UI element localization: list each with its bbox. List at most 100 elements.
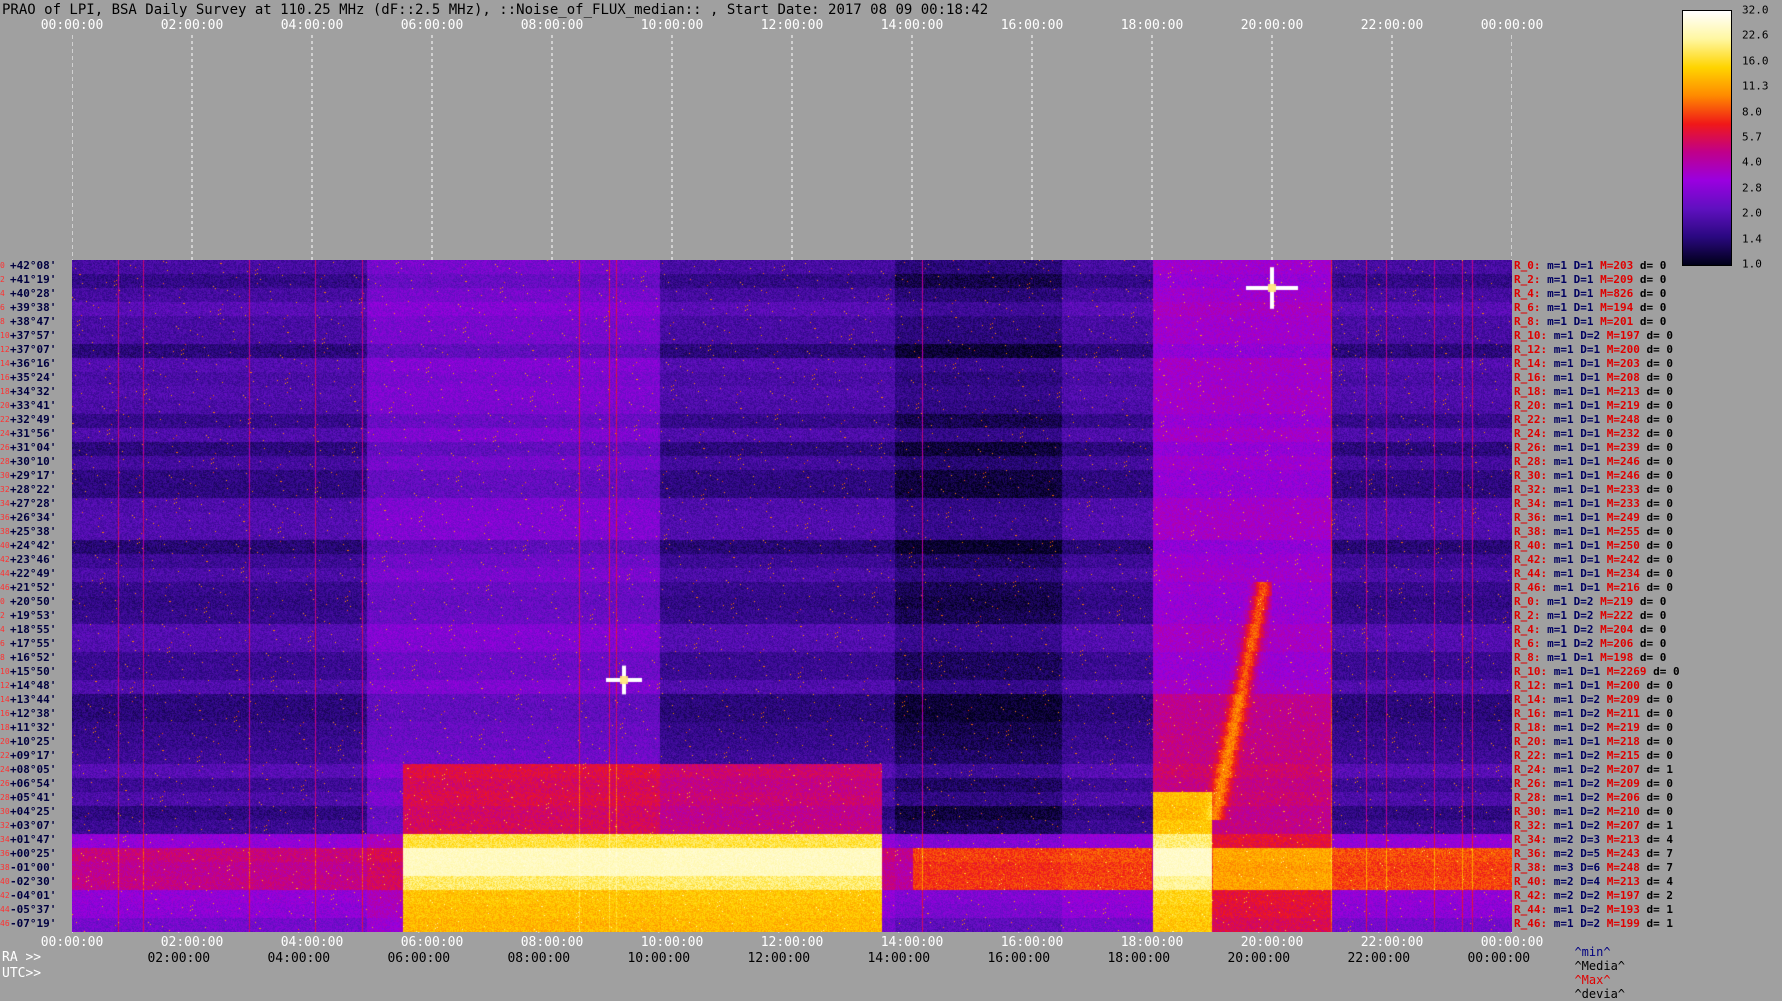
row-stat-47: R_46: m=1 D=2 M=199 d= 1 [1514,917,1673,930]
row-stat-m: m=1 [1547,693,1574,706]
row-stat-v: d= 0 [1639,413,1673,426]
row-stat-r: R_12: [1514,343,1548,356]
row-stat-r: R_12: [1514,679,1548,692]
row-stat-d: D=1 [1573,399,1601,412]
row-stat-v: d= 0 [1639,371,1673,384]
row-stat-r: R_6: [1514,637,1541,650]
row-stat-m: m=1 [1547,525,1574,538]
row-stat-r: R_0: [1514,259,1541,272]
row-stat-x: M=208 [1600,371,1640,384]
declination-label-2: +40°28' [10,287,57,300]
row-stat-4: R_8: m=1 D=1 M=201 d= 0 [1514,315,1666,328]
declination-label-1: +41°19' [10,273,57,286]
row-stat-v: d= 0 [1639,427,1673,440]
row-stat-v: d= 0 [1633,315,1667,328]
row-stat-x: M=234 [1600,567,1640,580]
row-stat-r: R_32: [1514,483,1548,496]
ra-tick-12: 00:00:00 [1480,935,1544,950]
colorbar-tick-1: 22.6 [1742,28,1769,42]
row-stat-m: m=1 [1547,567,1574,580]
row-stat-v: d= 0 [1633,623,1667,636]
row-stat-v: d= 0 [1639,749,1673,762]
utc-tick-0: 02:00:00 [147,951,211,966]
declination-label-5: +37°57' [10,329,57,342]
declination-label-34: +10°25' [10,735,57,748]
row-stat-m: m=1 [1547,385,1574,398]
row-stat-v: d= 0 [1639,483,1673,496]
row-number-36: 24 [0,765,10,774]
declination-label-28: +16°52' [10,651,57,664]
row-number-39: 30 [0,807,10,816]
declination-label-37: +06°54' [10,777,57,790]
row-stat-x: M=216 [1600,581,1640,594]
declination-label-9: +34°32' [10,385,57,398]
row-stat-x: M=207 [1600,763,1640,776]
row-stat-r: R_8: [1514,315,1541,328]
declination-label-30: +14°48' [10,679,57,692]
row-stat-22: R_44: m=1 D=1 M=234 d= 0 [1514,567,1673,580]
row-number-24: 0 [0,597,5,606]
row-stat-v: d= 0 [1639,721,1673,734]
row-number-8: 16 [0,373,10,382]
row-stat-d: D=2 [1573,917,1601,930]
declination-label-13: +31°04' [10,441,57,454]
row-stat-v: d= 0 [1639,357,1673,370]
row-stat-d: D=5 [1573,847,1601,860]
row-stat-v: d= 1 [1639,903,1673,916]
row-stat-13: R_26: m=1 D=1 M=239 d= 0 [1514,441,1673,454]
row-stat-x: M=246 [1600,469,1640,482]
row-stat-m: m=1 [1547,553,1574,566]
row-stat-39: R_30: m=1 D=2 M=210 d= 0 [1514,805,1673,818]
row-number-13: 26 [0,443,10,452]
row-stat-r: R_44: [1514,903,1548,916]
row-stat-d: D=1 [1573,455,1601,468]
row-stat-r: R_22: [1514,749,1548,762]
utc-tick-7: 16:00:00 [987,951,1051,966]
row-stat-m: m=2 [1547,833,1574,846]
row-stat-43: R_38: m=3 D=6 M=248 d= 7 [1514,861,1673,874]
row-stat-16: R_32: m=1 D=1 M=233 d= 0 [1514,483,1673,496]
row-stat-v: d= 0 [1639,581,1673,594]
row-number-21: 42 [0,555,10,564]
row-number-5: 10 [0,331,10,340]
ra-tick-0: 00:00:00 [40,935,104,950]
spectrogram-heatmap[interactable] [72,260,1512,932]
row-stat-d: D=1 [1573,483,1601,496]
row-number-38: 28 [0,793,10,802]
row-stat-x: M=209 [1593,273,1634,286]
row-stat-x: M=203 [1600,357,1640,370]
row-number-41: 34 [0,835,10,844]
row-stat-v: d= 0 [1639,469,1673,482]
declination-label-42: +00°25' [10,847,57,860]
utc-tick-2: 06:00:00 [387,951,451,966]
row-number-44: 40 [0,877,10,886]
declination-label-0: +42°08' [10,259,57,272]
row-stat-v: d= 0 [1633,609,1667,622]
row-stat-m: m=1 [1547,329,1574,342]
row-stat-x: M=218 [1600,735,1640,748]
row-stat-30: R_12: m=1 D=1 M=200 d= 0 [1514,679,1673,692]
row-stat-r: R_40: [1514,539,1548,552]
declination-label-45: -04°01' [10,889,57,902]
row-stat-r: R_10: [1514,329,1548,342]
row-stat-x: M=213 [1600,875,1640,888]
row-number-26: 4 [0,625,5,634]
row-stat-15: R_30: m=1 D=1 M=246 d= 0 [1514,469,1673,482]
row-stat-d: D=1 [1567,273,1594,286]
chart-title: PRAO of LPI, BSA Daily Survey at 110.25 … [2,2,989,18]
ra-tick-8: 16:00:00 [1000,935,1064,950]
row-stat-x: M=201 [1593,315,1634,328]
row-number-22: 44 [0,569,10,578]
row-stat-v: d= 7 [1639,847,1673,860]
colorbar-tick-3: 11.3 [1742,79,1769,93]
legend-dev: ^devia^ [1574,987,1626,1001]
row-stat-v: d= 0 [1639,539,1673,552]
top-tick-1: 02:00:00 [160,18,224,33]
top-tick-12: 00:00:00 [1480,18,1544,33]
row-number-34: 20 [0,737,10,746]
row-number-4: 8 [0,317,5,326]
declination-label-14: +30°10' [10,455,57,468]
row-stat-r: R_38: [1514,525,1548,538]
row-stat-v: d= 0 [1639,525,1673,538]
row-stat-32: R_16: m=1 D=2 M=211 d= 0 [1514,707,1673,720]
